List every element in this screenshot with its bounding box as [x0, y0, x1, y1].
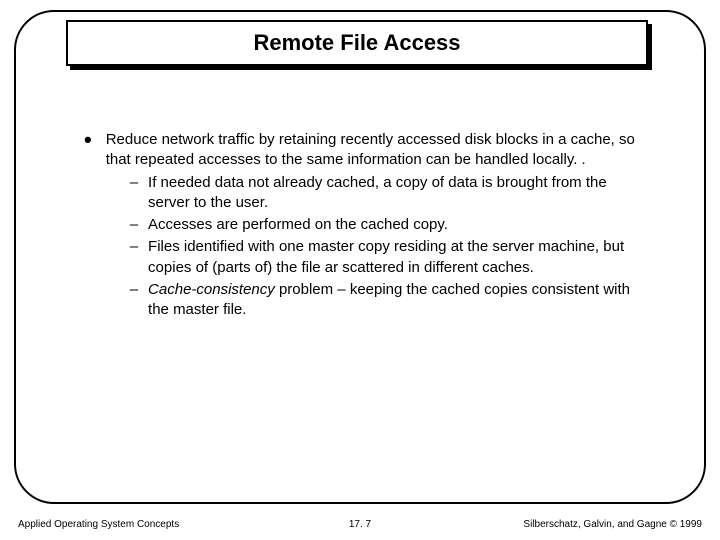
main-bullet-text: Reduce network traffic by retaining rece…	[106, 130, 644, 320]
dash-icon: –	[130, 173, 138, 193]
sub-item-0: – If needed data not already cached, a c…	[130, 173, 644, 214]
sub-list: – If needed data not already cached, a c…	[130, 173, 644, 321]
slide-title: Remote File Access	[253, 30, 460, 56]
content-area: • Reduce network traffic by retaining re…	[84, 130, 644, 320]
main-bullet-lead: Reduce network traffic by retaining rece…	[106, 131, 635, 168]
italic-term: Cache-consistency	[148, 281, 275, 298]
sub-item-text: Files identified with one master copy re…	[148, 237, 644, 278]
sub-item-text: Cache-consistency problem – keeping the …	[148, 280, 644, 321]
sub-item-text: Accesses are performed on the cached cop…	[148, 215, 448, 235]
footer: Applied Operating System Concepts 17. 7 …	[18, 519, 702, 530]
dash-icon: –	[130, 280, 138, 300]
footer-right: Silberschatz, Galvin, and Gagne © 1999	[523, 519, 702, 530]
dash-icon: –	[130, 215, 138, 235]
title-box: Remote File Access	[66, 20, 648, 66]
sub-item-text: If needed data not already cached, a cop…	[148, 173, 644, 214]
main-bullet: • Reduce network traffic by retaining re…	[84, 130, 644, 320]
sub-item-1: – Accesses are performed on the cached c…	[130, 215, 644, 235]
sub-item-2: – Files identified with one master copy …	[130, 237, 644, 278]
dash-icon: –	[130, 237, 138, 257]
sub-item-3: – Cache-consistency problem – keeping th…	[130, 280, 644, 321]
footer-center: 17. 7	[349, 519, 371, 530]
bullet-icon: •	[84, 134, 92, 146]
footer-left: Applied Operating System Concepts	[18, 519, 179, 530]
